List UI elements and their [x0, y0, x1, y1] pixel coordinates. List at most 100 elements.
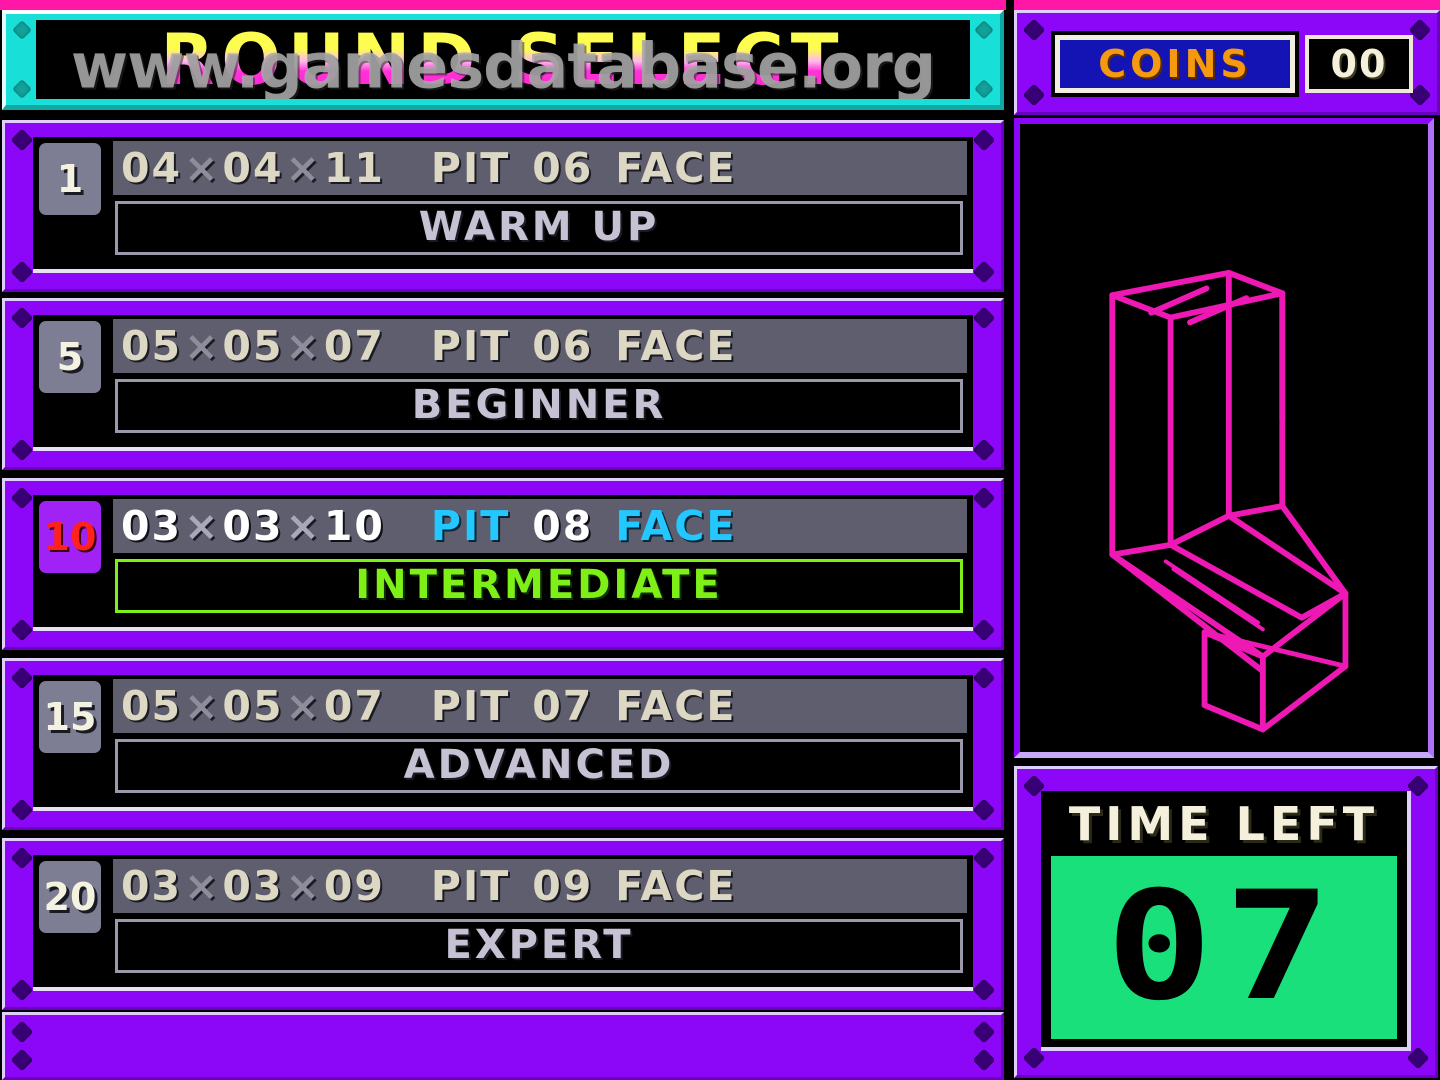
coins-row: COINS 00	[1055, 35, 1413, 93]
title-display: ROUND SELECT www.gamesdatabase.org	[36, 20, 970, 99]
coins-label: COINS	[1098, 42, 1252, 86]
coins-value: 00	[1330, 42, 1388, 86]
round-spec-row: 20 03 × 03 × 09 PIT 09 FACE	[39, 859, 967, 933]
rivet-icon	[10, 798, 34, 822]
pit-height: 07	[323, 322, 385, 370]
rivet-icon	[974, 79, 994, 99]
round-row[interactable]: 15 05 × 05 × 07 PIT 07 FACE ADVANCED	[2, 658, 1004, 830]
round-row[interactable]: 10 03 × 03 × 10 PIT 08 FACE INTERMEDIATE	[2, 478, 1004, 650]
pit-count: 06	[532, 144, 594, 192]
pit-label: PIT	[430, 322, 511, 370]
block-preview-panel	[1014, 118, 1434, 758]
coins-label-box: COINS	[1055, 35, 1295, 93]
page-title: ROUND SELECT	[36, 25, 970, 95]
pit-count: 07	[532, 682, 594, 730]
face-label: FACE	[615, 322, 737, 370]
rivet-icon	[972, 846, 996, 870]
dimension-separator: ×	[184, 322, 221, 370]
round-spec-row: 1 04 × 04 × 11 PIT 06 FACE	[39, 141, 967, 215]
pit-label: PIT	[430, 682, 511, 730]
pit-depth: 05	[222, 682, 284, 730]
rivet-icon	[10, 306, 34, 330]
title-accent-strip	[0, 0, 1006, 10]
pit-height: 07	[323, 682, 385, 730]
round-row-content: 20 03 × 03 × 09 PIT 09 FACE EXPERT	[33, 855, 973, 991]
rivet-icon	[972, 618, 996, 642]
round-spec-text: 03 × 03 × 10 PIT 08 FACE	[113, 499, 967, 553]
dimension-separator: ×	[285, 322, 322, 370]
rivet-icon	[10, 486, 34, 510]
dimension-separator: ×	[184, 682, 221, 730]
round-number-badge: 15	[39, 681, 101, 753]
rivet-icon	[10, 260, 34, 284]
round-spec-text: 03 × 03 × 09 PIT 09 FACE	[113, 859, 967, 913]
rivet-icon	[972, 486, 996, 510]
rivet-icon	[10, 618, 34, 642]
rivet-icon	[10, 1020, 34, 1044]
round-spec-text: 04 × 04 × 11 PIT 06 FACE	[113, 141, 967, 195]
round-difficulty-name: ADVANCED	[115, 739, 963, 793]
round-number-badge: 1	[39, 143, 101, 215]
round-difficulty-name: BEGINNER	[115, 379, 963, 433]
rivet-icon	[972, 1020, 996, 1044]
rivet-icon	[1022, 83, 1046, 107]
pit-width: 03	[121, 502, 183, 550]
dimension-separator: ×	[285, 502, 322, 550]
face-label: FACE	[615, 144, 737, 192]
rivet-icon	[972, 666, 996, 690]
pit-label: PIT	[430, 502, 511, 550]
pit-depth: 03	[222, 502, 284, 550]
round-row[interactable]: 20 03 × 03 × 09 PIT 09 FACE EXPERT	[2, 838, 1004, 1010]
round-number-badge: 10	[39, 501, 101, 573]
round-difficulty-name: INTERMEDIATE	[115, 559, 963, 613]
coins-value-box: 00	[1305, 35, 1413, 93]
rivet-icon	[972, 798, 996, 822]
time-left-lcd: 07	[1051, 855, 1397, 1039]
coins-accent-strip	[1014, 0, 1440, 10]
pit-width: 03	[121, 862, 183, 910]
round-row[interactable]: 5 05 × 05 × 07 PIT 06 FACE BEGINNER	[2, 298, 1004, 470]
time-left-panel: TIME LEFT 07	[1014, 766, 1438, 1078]
pit-depth: 03	[222, 862, 284, 910]
game-screen: ROUND SELECT www.gamesdatabase.org 1 04 × 0…	[0, 0, 1440, 1080]
pit-depth: 04	[222, 144, 284, 192]
rivet-icon	[972, 306, 996, 330]
pit-count: 08	[532, 502, 594, 550]
dimension-separator: ×	[285, 862, 322, 910]
pit-height: 11	[323, 144, 385, 192]
round-difficulty-name: WARM UP	[115, 201, 963, 255]
round-spec-text: 05 × 05 × 07 PIT 06 FACE	[113, 319, 967, 373]
face-label: FACE	[615, 682, 737, 730]
title-panel: ROUND SELECT www.gamesdatabase.org	[2, 10, 1004, 110]
pit-width: 05	[121, 322, 183, 370]
round-row[interactable]: 1 04 × 04 × 11 PIT 06 FACE WARM UP	[2, 120, 1004, 292]
pit-width: 05	[121, 682, 183, 730]
dimension-separator: ×	[285, 144, 322, 192]
time-left-label: TIME LEFT	[1068, 797, 1380, 851]
bottom-filler-panel	[2, 1012, 1004, 1080]
round-spec-row: 5 05 × 05 × 07 PIT 06 FACE	[39, 319, 967, 393]
rivet-icon	[10, 978, 34, 1002]
rivet-icon	[972, 1048, 996, 1072]
pit-width: 04	[121, 144, 183, 192]
dimension-separator: ×	[184, 502, 221, 550]
pit-count: 06	[532, 322, 594, 370]
round-number-badge: 5	[39, 321, 101, 393]
dimension-separator: ×	[184, 862, 221, 910]
dimension-separator: ×	[184, 144, 221, 192]
rivet-icon	[10, 1048, 34, 1072]
rivet-icon	[10, 128, 34, 152]
time-left-value: 07	[1105, 860, 1343, 1035]
face-label: FACE	[615, 502, 737, 550]
pit-height: 10	[323, 502, 385, 550]
rivet-icon	[10, 846, 34, 870]
pit-label: PIT	[430, 862, 511, 910]
pit-depth: 05	[222, 322, 284, 370]
pit-count: 09	[532, 862, 594, 910]
pit-height: 09	[323, 862, 385, 910]
l-block-wireframe-icon	[1109, 269, 1349, 733]
pit-label: PIT	[430, 144, 511, 192]
rivet-icon	[12, 20, 32, 40]
rivet-icon	[972, 260, 996, 284]
round-row-content: 1 04 × 04 × 11 PIT 06 FACE WARM UP	[33, 137, 973, 273]
